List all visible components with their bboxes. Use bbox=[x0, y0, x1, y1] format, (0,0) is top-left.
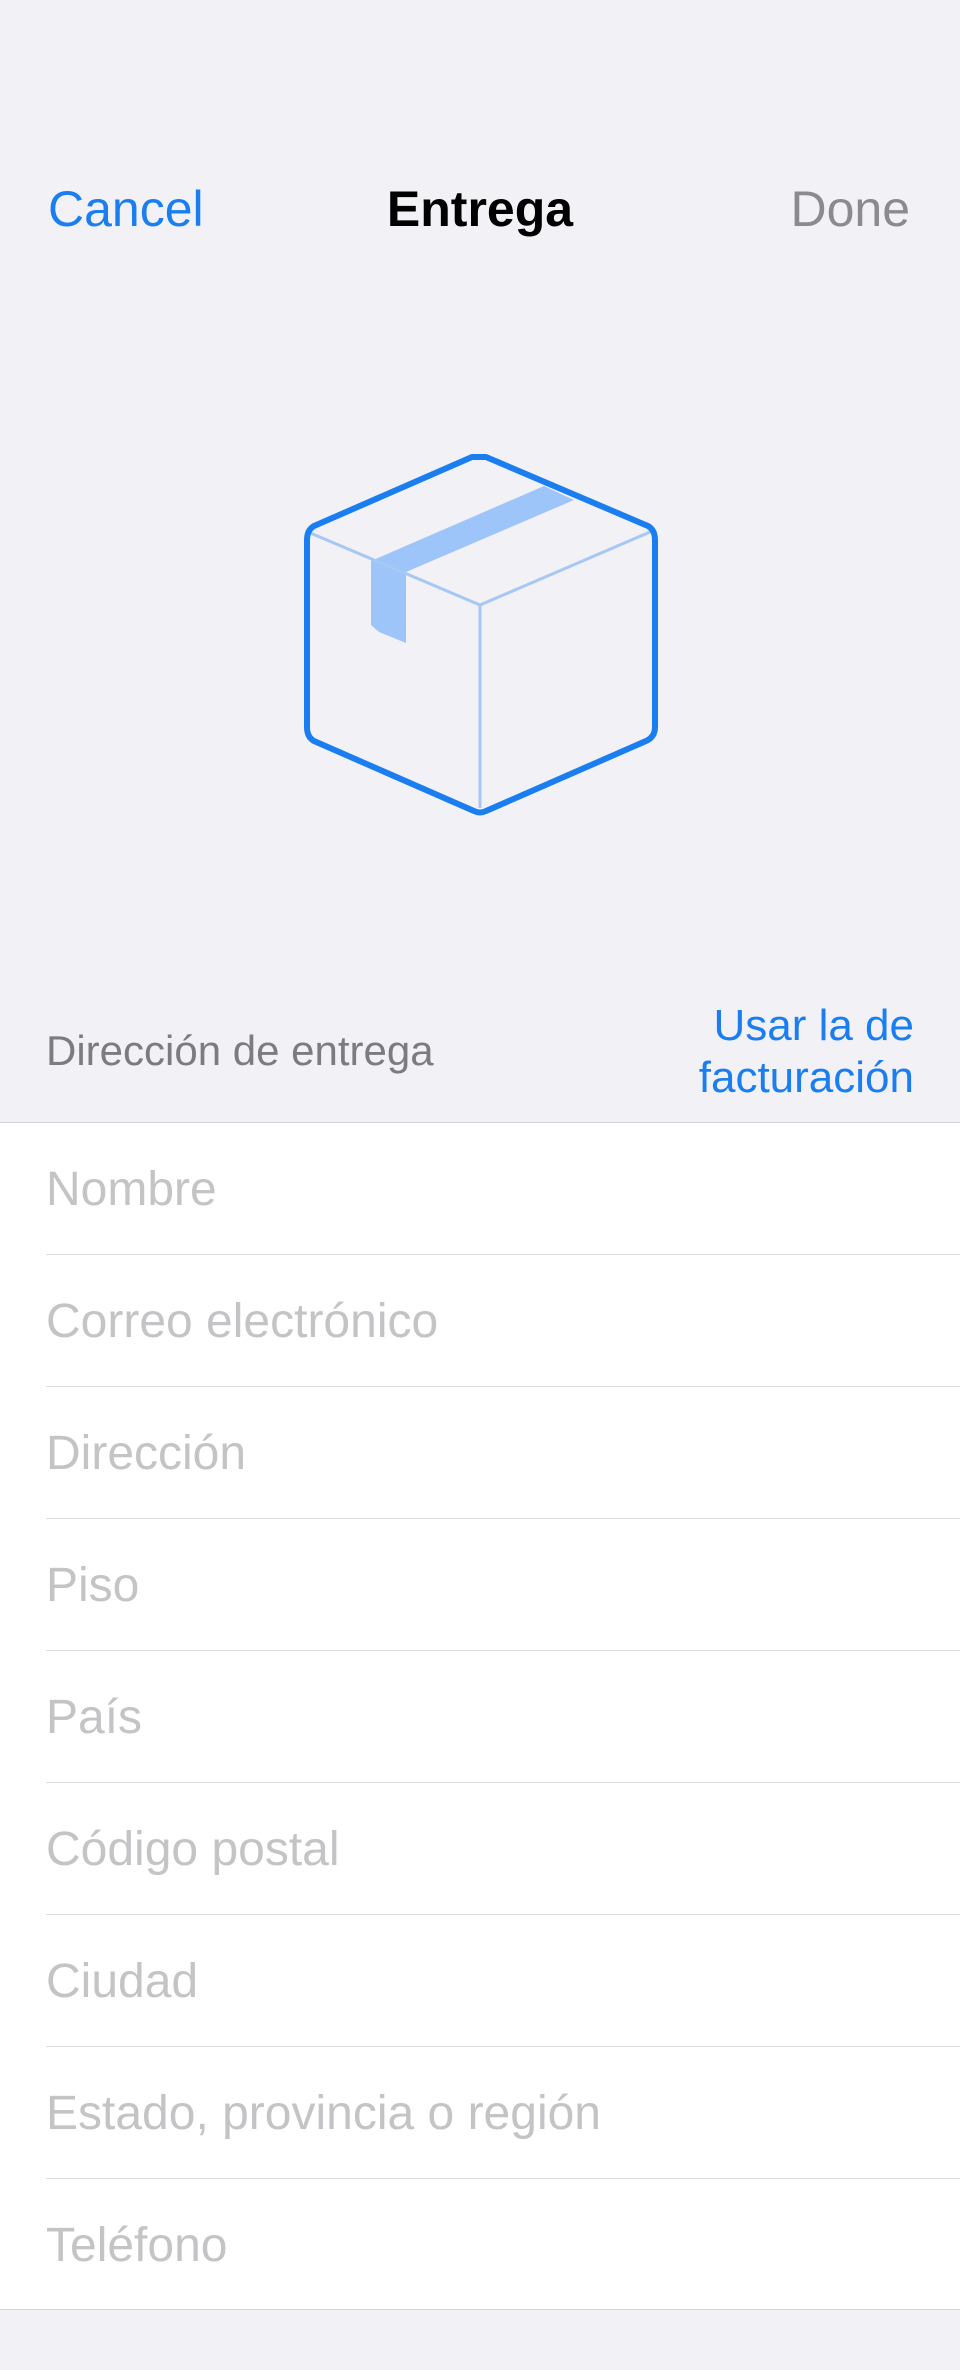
city-field[interactable] bbox=[46, 1915, 926, 2047]
postal-code-field-row bbox=[0, 1783, 960, 1915]
postal-code-field[interactable] bbox=[46, 1783, 926, 1915]
phone-field[interactable] bbox=[46, 2179, 926, 2311]
state-field-row bbox=[0, 2047, 960, 2179]
email-field[interactable] bbox=[46, 1255, 926, 1387]
section-label: Dirección de entrega bbox=[46, 1027, 434, 1074]
name-field-row bbox=[0, 1123, 960, 1255]
country-field[interactable] bbox=[46, 1651, 926, 1783]
phone-field-row bbox=[0, 2179, 960, 2311]
done-button[interactable]: Done bbox=[790, 184, 910, 234]
delivery-address-form bbox=[0, 1122, 960, 2311]
package-box-icon bbox=[304, 454, 658, 816]
city-field-row bbox=[0, 1915, 960, 2047]
country-field-row bbox=[0, 1651, 960, 1783]
state-field[interactable] bbox=[46, 2047, 926, 2179]
navigation-bar: Cancel Entrega Done bbox=[0, 170, 960, 260]
name-field[interactable] bbox=[46, 1123, 926, 1255]
delivery-section-header: Dirección de entrega Usar la de facturac… bbox=[0, 1000, 960, 1122]
floor-field[interactable] bbox=[46, 1519, 926, 1651]
email-field-row bbox=[0, 1255, 960, 1387]
address-field-row bbox=[0, 1387, 960, 1519]
address-field[interactable] bbox=[46, 1387, 926, 1519]
floor-field-row bbox=[0, 1519, 960, 1651]
use-billing-address-button[interactable]: Usar la de facturación bbox=[614, 1000, 914, 1104]
